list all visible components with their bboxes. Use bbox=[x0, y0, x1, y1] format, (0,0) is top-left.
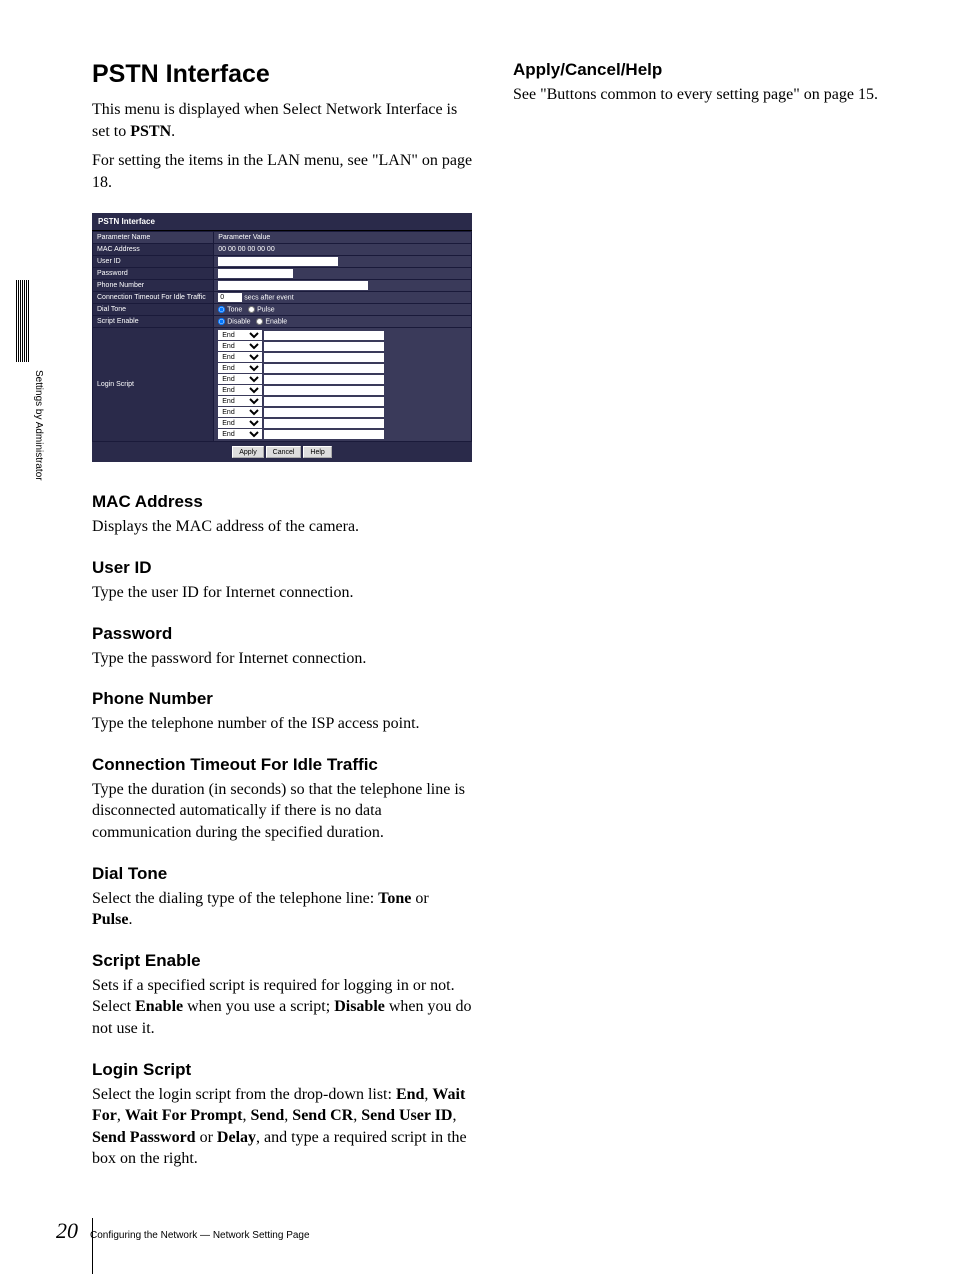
login-script-input[interactable] bbox=[264, 331, 384, 340]
param-name-header: Parameter Name bbox=[93, 232, 214, 244]
phone-row-label: Phone Number bbox=[93, 280, 214, 292]
userid-text: Type the user ID for Internet connection… bbox=[92, 582, 473, 604]
footer-divider bbox=[92, 1218, 93, 1274]
login-heading: Login Script bbox=[92, 1060, 473, 1080]
dialtone-tone-radio[interactable] bbox=[218, 306, 225, 313]
script-disable-radio[interactable] bbox=[218, 318, 225, 325]
apply-button[interactable]: Apply bbox=[232, 446, 264, 458]
login-script-select[interactable]: End bbox=[218, 396, 262, 406]
mac-text: Displays the MAC address of the camera. bbox=[92, 516, 473, 538]
userid-row-label: User ID bbox=[93, 256, 214, 268]
login-script-select[interactable]: End bbox=[218, 385, 262, 395]
password-row-label: Password bbox=[93, 268, 214, 280]
side-tab-label: Settings by Administrator bbox=[33, 370, 44, 481]
pstn-settings-screenshot: PSTN Interface Parameter Name Parameter … bbox=[92, 213, 472, 462]
screenshot-title: PSTN Interface bbox=[92, 213, 472, 231]
login-script-select[interactable]: End bbox=[218, 374, 262, 384]
login-script-select[interactable]: End bbox=[218, 352, 262, 362]
mac-row-value: 00 00 00 00 00 00 bbox=[214, 244, 472, 256]
login-script-input[interactable] bbox=[264, 408, 384, 417]
decorative-bars bbox=[16, 280, 29, 362]
mac-heading: MAC Address bbox=[92, 492, 473, 512]
scripten-row-label: Script Enable bbox=[93, 316, 214, 328]
phone-text: Type the telephone number of the ISP acc… bbox=[92, 713, 473, 735]
scripten-text: Sets if a specified script is required f… bbox=[92, 975, 473, 1040]
right-column: Apply/Cancel/Help See "Buttons common to… bbox=[513, 60, 894, 1170]
timeout-row-label: Connection Timeout For Idle Traffic bbox=[93, 292, 214, 304]
password-input[interactable] bbox=[218, 269, 293, 278]
apply-cancel-help-heading: Apply/Cancel/Help bbox=[513, 60, 894, 80]
login-script-input[interactable] bbox=[264, 364, 384, 373]
login-script-select[interactable]: End bbox=[218, 341, 262, 351]
page-footer: 20 Configuring the Network — Network Set… bbox=[56, 1218, 310, 1244]
login-script-select[interactable]: End bbox=[218, 418, 262, 428]
help-button[interactable]: Help bbox=[303, 446, 331, 458]
apply-cancel-help-text: See "Buttons common to every setting pag… bbox=[513, 84, 894, 106]
password-text: Type the password for Internet connectio… bbox=[92, 648, 473, 670]
loginscript-row-label: Login Script bbox=[93, 328, 214, 442]
timeout-input[interactable] bbox=[218, 293, 242, 302]
page-number: 20 bbox=[56, 1218, 78, 1244]
login-script-input[interactable] bbox=[264, 430, 384, 439]
login-text: Select the login script from the drop-do… bbox=[92, 1084, 473, 1170]
dialtone-pulse-radio[interactable] bbox=[248, 306, 255, 313]
login-script-input[interactable] bbox=[264, 353, 384, 362]
login-script-input[interactable] bbox=[264, 342, 384, 351]
timeout-heading: Connection Timeout For Idle Traffic bbox=[92, 755, 473, 775]
login-script-input[interactable] bbox=[264, 386, 384, 395]
dialtone-row-label: Dial Tone bbox=[93, 304, 214, 316]
userid-input[interactable] bbox=[218, 257, 338, 266]
param-value-header: Parameter Value bbox=[214, 232, 472, 244]
footer-caption: Configuring the Network — Network Settin… bbox=[90, 1230, 310, 1241]
phone-heading: Phone Number bbox=[92, 689, 473, 709]
timeout-suffix: secs after event bbox=[244, 295, 293, 302]
login-script-input[interactable] bbox=[264, 397, 384, 406]
dialtone-text: Select the dialing type of the telephone… bbox=[92, 888, 473, 931]
phone-input[interactable] bbox=[218, 281, 368, 290]
login-script-select[interactable]: End bbox=[218, 429, 262, 439]
login-script-select[interactable]: End bbox=[218, 407, 262, 417]
script-enable-radio[interactable] bbox=[256, 318, 263, 325]
login-script-select[interactable]: End bbox=[218, 363, 262, 373]
login-script-input[interactable] bbox=[264, 375, 384, 384]
left-column: PSTN Interface This menu is displayed wh… bbox=[92, 60, 473, 1170]
intro-paragraph-2: For setting the items in the LAN menu, s… bbox=[92, 150, 473, 193]
timeout-text: Type the duration (in seconds) so that t… bbox=[92, 779, 473, 844]
cancel-button[interactable]: Cancel bbox=[266, 446, 302, 458]
userid-heading: User ID bbox=[92, 558, 473, 578]
mac-row-label: MAC Address bbox=[93, 244, 214, 256]
dialtone-heading: Dial Tone bbox=[92, 864, 473, 884]
page-title: PSTN Interface bbox=[92, 60, 473, 89]
scripten-heading: Script Enable bbox=[92, 951, 473, 971]
chapter-side-tab: Settings by Administrator bbox=[16, 280, 42, 530]
login-script-select[interactable]: End bbox=[218, 330, 262, 340]
login-script-input[interactable] bbox=[264, 419, 384, 428]
intro-paragraph-1: This menu is displayed when Select Netwo… bbox=[92, 99, 473, 142]
password-heading: Password bbox=[92, 624, 473, 644]
